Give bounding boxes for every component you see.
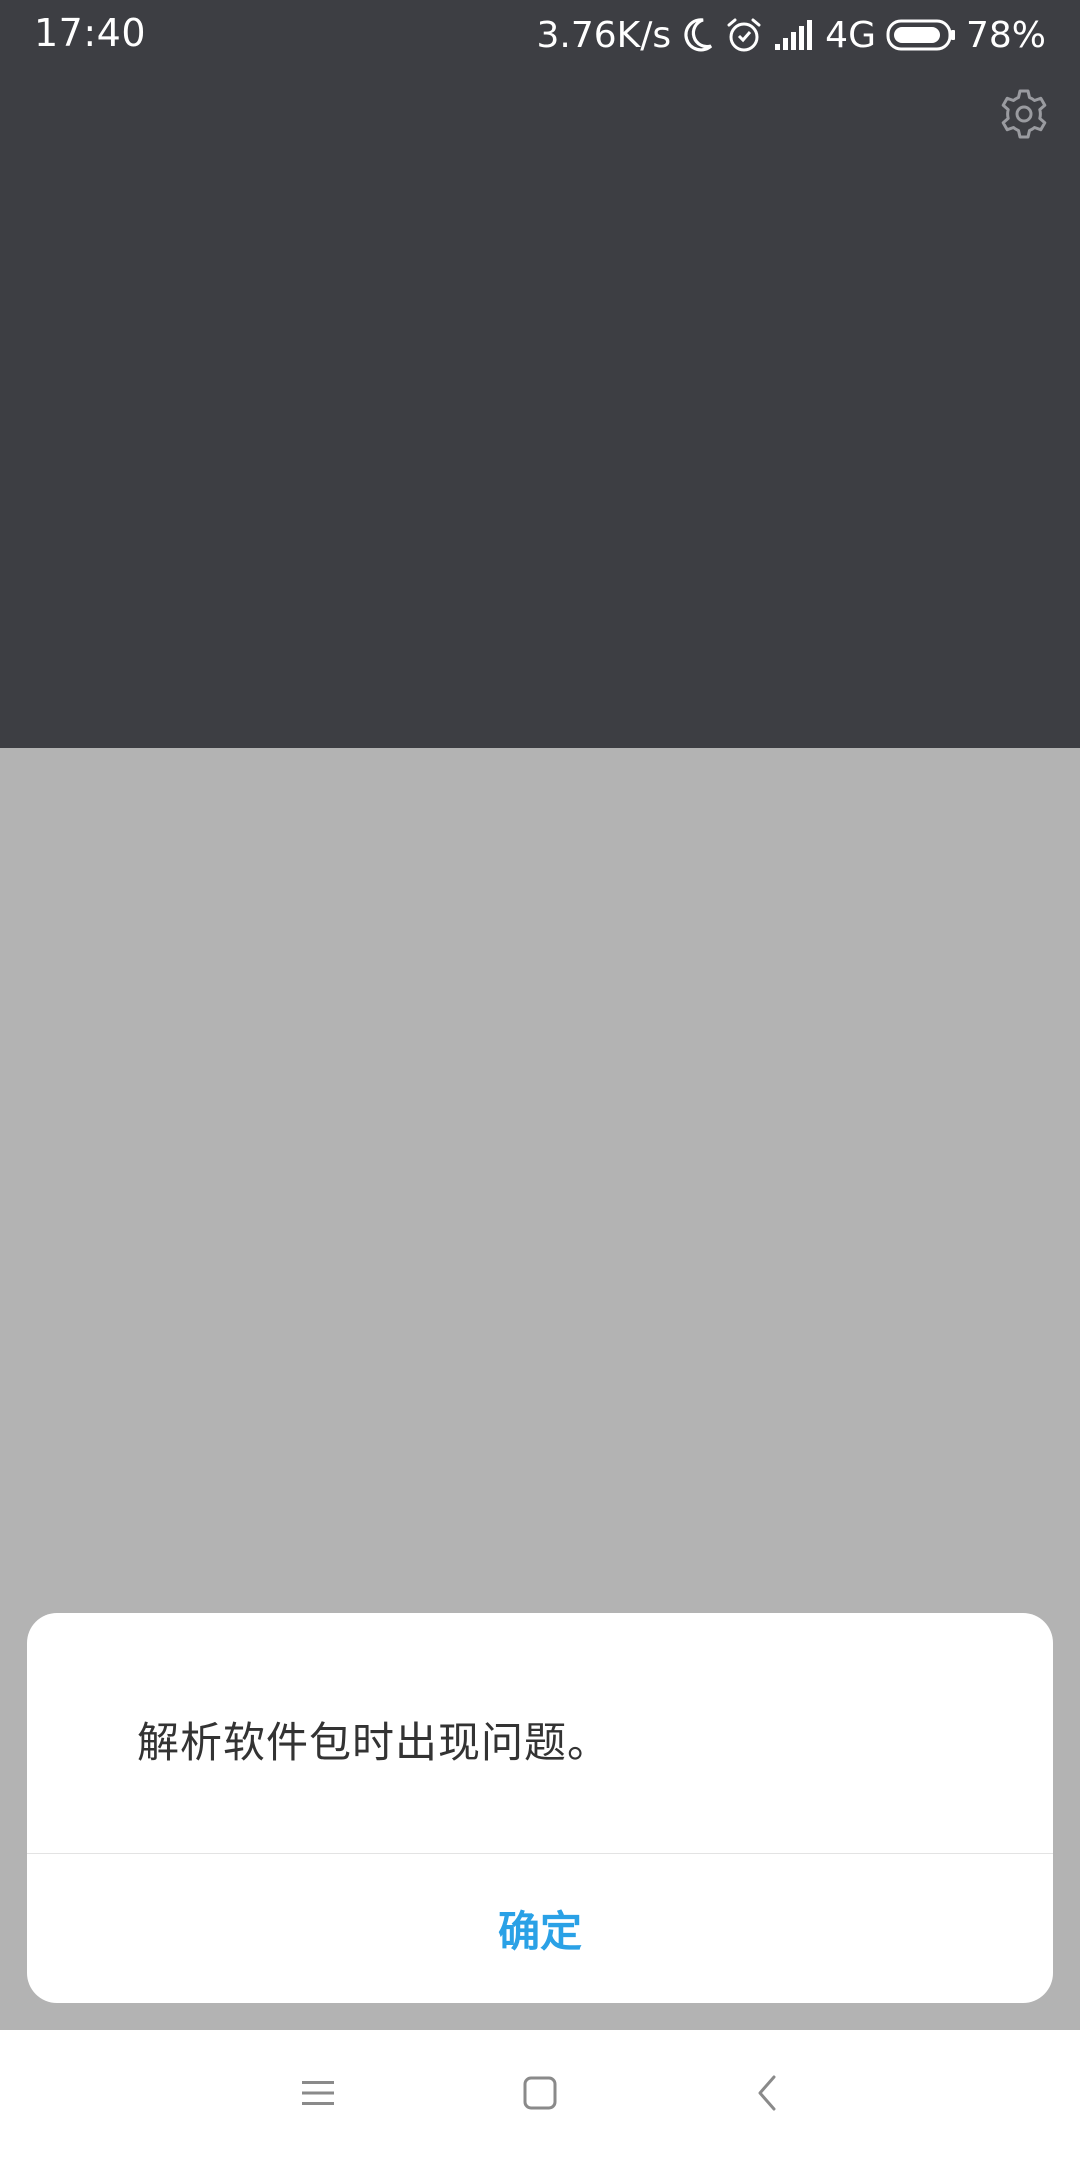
settings-button[interactable] xyxy=(996,88,1052,144)
back-icon xyxy=(754,2073,780,2117)
battery-level: 78% xyxy=(965,14,1046,56)
home-button[interactable] xyxy=(500,2060,580,2130)
error-dialog: 解析软件包时出现问题。 确定 xyxy=(27,1613,1053,2003)
dialog-message: 解析软件包时出现问题。 xyxy=(137,1718,611,1767)
ok-button[interactable]: 确定 xyxy=(27,1854,1053,2003)
alarm-icon xyxy=(725,16,763,54)
signal-icon xyxy=(773,18,815,52)
network-type: 4G xyxy=(825,14,876,56)
recent-apps-button[interactable] xyxy=(278,2060,358,2130)
battery-icon xyxy=(886,18,956,52)
status-icons: 3.76K/s 4G 78% xyxy=(537,9,1046,61)
menu-icon xyxy=(300,2078,336,2112)
network-speed: 3.76K/s xyxy=(536,14,672,56)
moon-icon xyxy=(681,16,715,54)
status-time: 17:40 xyxy=(34,11,147,55)
navigation-bar xyxy=(0,2030,1080,2160)
home-icon xyxy=(522,2075,558,2115)
status-bar: 17:40 3.76K/s 4G 78% xyxy=(0,0,1080,70)
app-header-area xyxy=(0,0,1080,748)
gear-icon xyxy=(998,88,1050,144)
screen: 17:40 3.76K/s 4G 78% 解析软件包时出现问题。 确定 xyxy=(0,0,1080,2160)
back-button[interactable] xyxy=(727,2060,807,2130)
